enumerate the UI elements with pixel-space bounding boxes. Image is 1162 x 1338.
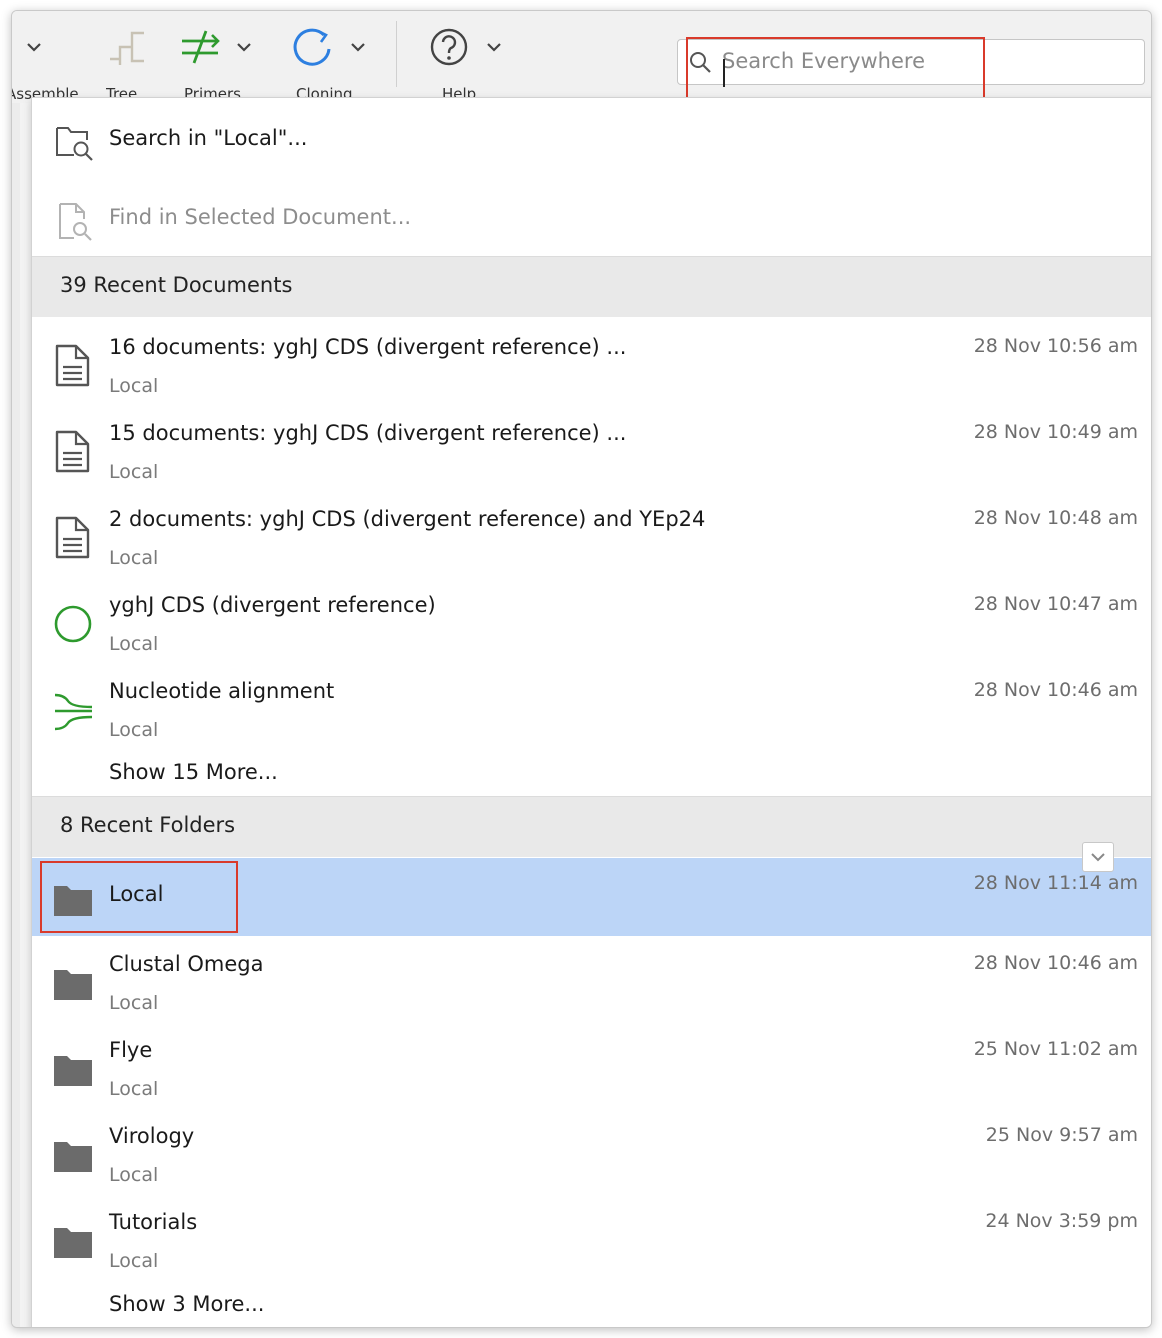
primers-icon xyxy=(182,30,220,64)
folder-icon xyxy=(54,1228,92,1258)
document-date: 28 Nov 10:49 am xyxy=(973,421,1138,443)
find-in-document-label: Find in Selected Document... xyxy=(109,205,412,229)
find-in-document-action: Find in Selected Document... xyxy=(32,183,1151,253)
recent-folder-item[interactable]: Flye Local 25 Nov 11:02 am xyxy=(32,1024,1151,1110)
recent-document-item[interactable]: 16 documents: yghJ CDS (divergent refere… xyxy=(32,321,1151,407)
cloning-icon xyxy=(293,28,331,66)
chevron-down-icon[interactable] xyxy=(24,37,44,57)
recent-folder-item[interactable]: Clustal Omega Local 28 Nov 10:46 am xyxy=(32,938,1151,1024)
folder-title: Clustal Omega xyxy=(109,952,264,976)
folder-title: Tutorials xyxy=(109,1210,198,1234)
document-location: Local xyxy=(109,461,159,483)
show-more-documents-link[interactable]: Show 15 More... xyxy=(109,760,278,784)
document-icon xyxy=(55,344,90,387)
folder-location: Local xyxy=(109,992,159,1014)
folder-icon xyxy=(54,970,92,1000)
recent-folder-item[interactable]: Virology Local 25 Nov 9:57 am xyxy=(32,1110,1151,1196)
app-window: Assemble Tree Primers Cloning Help Searc… xyxy=(11,10,1152,1328)
toolbar-primers[interactable]: Primers xyxy=(178,27,278,99)
folder-date: 25 Nov 9:57 am xyxy=(985,1124,1138,1146)
document-title: 15 documents: yghJ CDS (divergent refere… xyxy=(109,421,627,445)
annotation-highlight-local xyxy=(40,861,238,933)
recent-folders-header: 8 Recent Folders xyxy=(32,796,1151,857)
expand-folder-button[interactable] xyxy=(1082,842,1114,872)
document-location: Local xyxy=(109,633,159,655)
folder-date: 24 Nov 3:59 pm xyxy=(985,1210,1138,1232)
folder-location: Local xyxy=(109,1164,159,1186)
folder-icon xyxy=(54,1142,92,1172)
chevron-down-icon[interactable] xyxy=(348,37,368,57)
search-in-local-label: Search in "Local"... xyxy=(109,126,308,150)
alignment-icon xyxy=(54,693,93,731)
recent-document-item[interactable]: 2 documents: yghJ CDS (divergent referen… xyxy=(32,493,1151,579)
chevron-down-icon[interactable] xyxy=(484,37,504,57)
document-location: Local xyxy=(109,375,159,397)
chevron-down-icon[interactable] xyxy=(234,37,254,57)
show-more-folders-link[interactable]: Show 3 More... xyxy=(109,1292,264,1316)
chevron-down-icon xyxy=(1091,853,1105,862)
folder-date: 28 Nov 10:46 am xyxy=(973,952,1138,974)
toolbar-divider xyxy=(396,21,397,87)
document-location: Local xyxy=(109,719,159,741)
toolbar-assemble[interactable]: Assemble xyxy=(12,27,86,99)
document-icon xyxy=(55,430,90,473)
recent-folders-title: 8 Recent Folders xyxy=(60,813,236,837)
document-search-icon xyxy=(59,203,92,241)
folder-title: Flye xyxy=(109,1038,153,1062)
document-date: 28 Nov 10:48 am xyxy=(973,507,1138,529)
toolbar-help[interactable]: Help xyxy=(428,27,518,99)
folder-icon xyxy=(54,1056,92,1086)
document-date: 28 Nov 10:47 am xyxy=(973,593,1138,615)
help-icon xyxy=(430,28,468,66)
folder-search-icon xyxy=(56,127,93,161)
document-icon xyxy=(55,516,90,559)
recent-document-item[interactable]: 15 documents: yghJ CDS (divergent refere… xyxy=(32,407,1151,493)
document-date: 28 Nov 10:56 am xyxy=(973,335,1138,357)
document-title: 2 documents: yghJ CDS (divergent referen… xyxy=(109,507,706,531)
recent-documents-header: 39 Recent Documents xyxy=(32,256,1151,317)
tree-icon xyxy=(110,31,144,65)
folder-location: Local xyxy=(109,1078,159,1100)
document-location: Local xyxy=(109,547,159,569)
toolbar-tree[interactable]: Tree xyxy=(104,27,164,99)
annotation-highlight-search xyxy=(686,37,985,106)
recent-document-item[interactable]: Nucleotide alignment Local 28 Nov 10:46 … xyxy=(32,665,1151,751)
search-dropdown: Search in "Local"... Find in Selected Do… xyxy=(31,97,1151,1327)
toolbar-cloning[interactable]: Cloning xyxy=(290,27,390,99)
document-title: Nucleotide alignment xyxy=(109,679,335,703)
folder-title: Virology xyxy=(109,1124,195,1148)
folder-date: 28 Nov 11:14 am xyxy=(973,872,1138,894)
recent-documents-title: 39 Recent Documents xyxy=(60,273,293,297)
background-panel xyxy=(12,103,20,1327)
folder-date: 25 Nov 11:02 am xyxy=(973,1038,1138,1060)
document-title: yghJ CDS (divergent reference) xyxy=(109,593,436,617)
recent-document-item[interactable]: yghJ CDS (divergent reference) Local 28 … xyxy=(32,579,1151,665)
document-date: 28 Nov 10:46 am xyxy=(973,679,1138,701)
recent-folder-item[interactable]: Tutorials Local 24 Nov 3:59 pm xyxy=(32,1196,1151,1282)
document-title: 16 documents: yghJ CDS (divergent refere… xyxy=(109,335,627,359)
search-in-local-action[interactable]: Search in "Local"... xyxy=(32,104,1151,174)
circular-sequence-icon xyxy=(54,605,92,643)
folder-location: Local xyxy=(109,1250,159,1272)
